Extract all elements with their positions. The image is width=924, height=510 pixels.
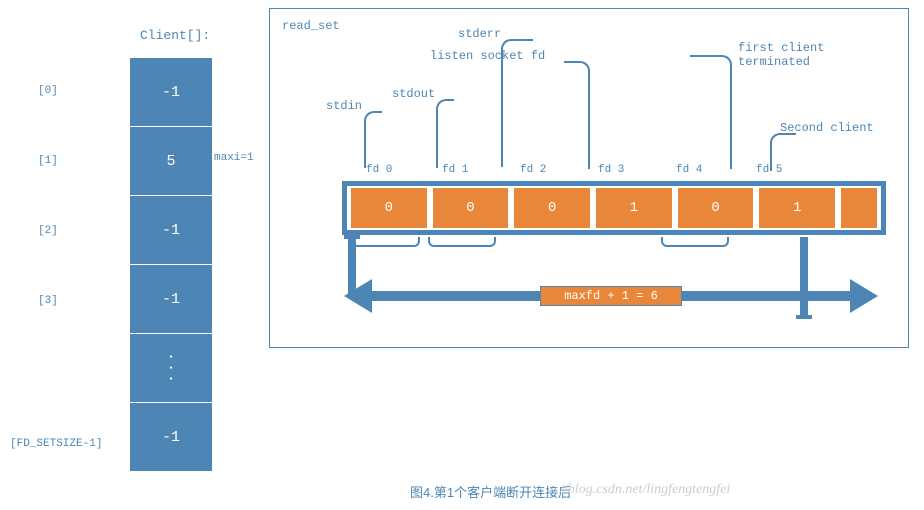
- client-cell-last: -1: [130, 403, 212, 472]
- cap: [344, 235, 360, 239]
- arrow-right-head-icon: [850, 279, 878, 313]
- fd-cell-3: 1: [596, 188, 672, 228]
- fd-label-3: fd 3: [598, 164, 624, 176]
- maxi-label: maxi=1: [214, 152, 254, 164]
- fd-label-4: fd 4: [676, 164, 702, 176]
- fd-label-5: fd 5: [756, 164, 782, 176]
- client-cell-2: -1: [130, 196, 212, 265]
- fd-cell-1: 0: [433, 188, 509, 228]
- ann-first-client: first client terminated: [738, 41, 824, 69]
- client-cell-dots: ●●●: [130, 334, 212, 403]
- connector: [564, 61, 590, 169]
- brace: [661, 237, 729, 247]
- fd-label-0: fd 0: [366, 164, 392, 176]
- client-index-0: [0]: [38, 85, 58, 97]
- fd-label-2: fd 2: [520, 164, 546, 176]
- maxfd-label: maxfd + 1 = 6: [540, 286, 682, 306]
- client-cell-3: -1: [130, 265, 212, 334]
- fd-cell-extra: [841, 188, 877, 228]
- client-index-1: [1]: [38, 155, 58, 167]
- figure-caption: 图4.第1个客户端断开连接后: [410, 482, 571, 501]
- read-set-title: read_set: [282, 19, 340, 33]
- ann-stderr: stderr: [458, 27, 501, 41]
- fd-array: 0 0 0 1 0 1: [342, 181, 886, 235]
- read-set-panel: read_set stdin stdout stderr listen sock…: [269, 8, 909, 348]
- fd-cell-5: 1: [759, 188, 835, 228]
- client-array-title: Client[]:: [140, 28, 210, 43]
- watermark-text: //blog.csdn.net/lingfengtengfei: [560, 482, 730, 498]
- fd-label-1: fd 1: [442, 164, 468, 176]
- connector: [364, 111, 382, 168]
- brace: [352, 237, 420, 247]
- cap: [796, 315, 812, 319]
- client-index-3: [3]: [38, 295, 58, 307]
- client-cell-1: 5: [130, 127, 212, 196]
- fd-cell-4: 0: [678, 188, 754, 228]
- client-index-last: [FD_SETSIZE-1]: [10, 438, 102, 450]
- ann-stdin: stdin: [326, 99, 362, 113]
- brace: [428, 237, 496, 247]
- connector: [501, 39, 533, 167]
- fd-cell-2: 0: [514, 188, 590, 228]
- client-cell-0: -1: [130, 58, 212, 127]
- fd-cell-0: 0: [351, 188, 427, 228]
- maxfd-arrow: maxfd + 1 = 6: [350, 279, 872, 309]
- client-array-column: -1 5 -1 -1 ●●● -1: [130, 58, 212, 472]
- ann-stdout: stdout: [392, 87, 435, 101]
- connector: [690, 55, 732, 169]
- client-index-2: [2]: [38, 225, 58, 237]
- connector: [436, 99, 454, 168]
